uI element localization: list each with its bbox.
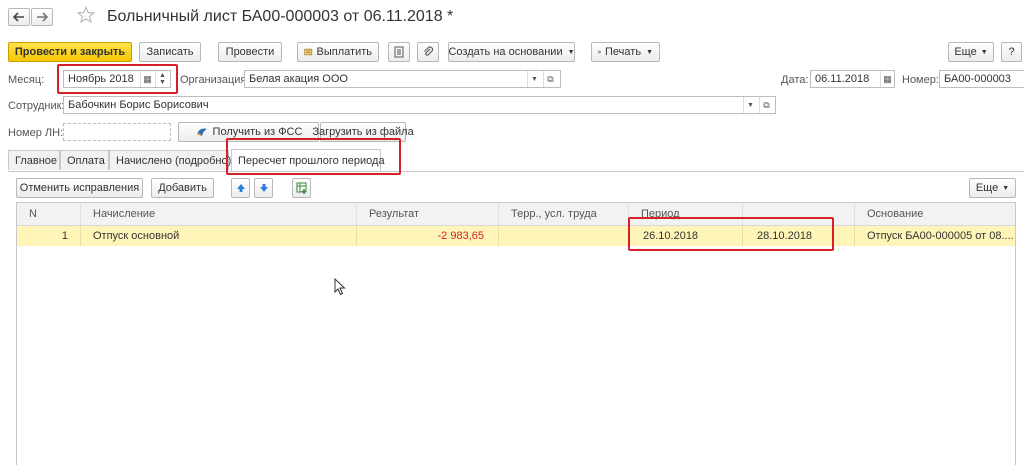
move-down-button[interactable] [254, 178, 273, 198]
dropdown-arrow-icon: ▼ [646, 48, 653, 56]
favorite-star-icon[interactable] [76, 5, 97, 26]
pay-button[interactable]: Выплатить [297, 42, 379, 62]
table-more-label: Еще [975, 182, 999, 194]
org-field[interactable]: Белая акация ООО ▼ ⧉ [244, 70, 561, 88]
table-more-button[interactable]: Еще ▼ [969, 178, 1016, 198]
print-label: Печать [605, 46, 642, 58]
column-header-result[interactable]: Результат [357, 203, 499, 225]
ln-label: Номер ЛН: [8, 127, 64, 139]
calendar-icon[interactable]: ▦ [880, 71, 894, 87]
paperclip-icon [424, 46, 434, 56]
cell-period-start: 26.10.2018 [629, 226, 743, 246]
post-button[interactable]: Провести [218, 42, 282, 62]
arrow-up-icon [236, 184, 245, 192]
ln-number-input[interactable] [63, 123, 171, 141]
month-label: Месяц: [8, 74, 45, 86]
cell-terr [499, 226, 629, 246]
get-from-fss-label: Получить из ФСС [212, 126, 303, 138]
open-icon[interactable]: ⧉ [543, 71, 557, 87]
add-button[interactable]: Добавить [151, 178, 214, 198]
month-field[interactable]: Ноябрь 2018 ▦ ▲ ▼ [63, 70, 171, 88]
post-and-close-button[interactable]: Провести и закрыть [8, 42, 132, 62]
cancel-corrections-button[interactable]: Отменить исправления [16, 178, 143, 198]
save-button[interactable]: Записать [139, 42, 201, 62]
table-settings-button[interactable] [292, 178, 311, 198]
back-button[interactable] [8, 8, 30, 26]
window-title: Больничный лист БА00-000003 от 06.11.201… [107, 8, 454, 25]
column-header-accrual[interactable]: Начисление [81, 203, 357, 225]
dropdown-arrow-icon: ▼ [980, 48, 988, 56]
create-based-button[interactable]: Создать на основании ▼ [448, 42, 575, 62]
dropdown-arrow-icon: ▼ [567, 48, 575, 56]
table-row[interactable]: 1 Отпуск основной -2 983,65 26.10.2018 2… [17, 226, 1015, 246]
column-header-n[interactable]: N [17, 203, 81, 225]
dropdown-arrow-icon[interactable]: ▼ [527, 71, 541, 87]
table-header: N Начисление Результат Терр., усл. труда… [17, 203, 1015, 226]
list-button[interactable] [388, 42, 410, 62]
column-header-terr[interactable]: Терр., усл. труда [499, 203, 629, 225]
month-value: Ноябрь 2018 [68, 73, 134, 85]
printer-icon [598, 50, 601, 54]
date-label: Дата: [781, 74, 809, 86]
employee-value: Бабочкин Борис Борисович [68, 99, 209, 111]
tab-underline [8, 171, 1024, 172]
arrow-left-icon [13, 12, 24, 22]
org-value: Белая акация ООО [249, 73, 348, 85]
fss-icon [196, 128, 207, 136]
pay-label: Выплатить [316, 46, 372, 58]
attachment-button[interactable] [417, 42, 439, 62]
number-label: Номер: [902, 74, 939, 86]
move-up-button[interactable] [231, 178, 250, 198]
forward-button[interactable] [31, 8, 53, 26]
number-field[interactable]: БА00-000003 [939, 70, 1024, 88]
column-header-period[interactable]: Период [629, 203, 743, 225]
cell-result: -2 983,65 [357, 226, 499, 246]
get-from-fss-button[interactable]: Получить из ФСС [178, 122, 319, 142]
tab-bar: Главное Оплата Начислено (подробно) Пере… [8, 149, 1024, 172]
number-value: БА00-000003 [944, 73, 1011, 85]
more-label: Еще [954, 46, 977, 58]
list-icon [394, 46, 404, 58]
tab-accrued-detailed[interactable]: Начислено (подробно) [109, 150, 231, 170]
tab-recalculation[interactable]: Пересчет прошлого периода [231, 149, 385, 171]
month-spinner[interactable]: ▲ ▼ [155, 71, 169, 87]
cell-basis: Отпуск БА00-000005 от 08.... [867, 230, 1014, 242]
column-header-period-end[interactable] [743, 203, 855, 225]
help-button[interactable]: ? [1001, 42, 1022, 62]
arrow-down-icon [259, 184, 268, 192]
create-based-label: Создать на основании [448, 46, 563, 58]
load-from-file-button[interactable]: Загрузить из файла [312, 122, 414, 142]
tab-payment[interactable]: Оплата [60, 150, 109, 170]
mouse-cursor-icon [334, 277, 346, 299]
date-field[interactable]: 06.11.2018 ▦ [810, 70, 895, 88]
pay-icon [304, 48, 313, 56]
cell-n: 1 [17, 226, 81, 246]
calendar-icon[interactable]: ▦ [140, 71, 154, 87]
table-add-icon [296, 182, 306, 194]
arrow-right-icon [37, 12, 48, 22]
more-button[interactable]: Еще ▼ [948, 42, 994, 62]
org-label: Организация: [180, 74, 250, 86]
dropdown-arrow-icon[interactable]: ▼ [743, 97, 757, 113]
column-header-basis[interactable]: Основание [855, 203, 1015, 225]
accruals-table: N Начисление Результат Терр., усл. труда… [16, 202, 1016, 465]
open-icon[interactable]: ⧉ [759, 97, 773, 113]
employee-field[interactable]: Бабочкин Борис Борисович ▼ ⧉ [63, 96, 776, 114]
dropdown-arrow-icon: ▼ [1002, 184, 1010, 192]
employee-label: Сотрудник: [8, 100, 65, 112]
print-button[interactable]: Печать ▼ [591, 42, 660, 62]
date-value: 06.11.2018 [815, 73, 870, 85]
tab-main[interactable]: Главное [8, 150, 60, 170]
cell-period-end: 28.10.2018 [743, 226, 855, 246]
cell-accrual: Отпуск основной [81, 226, 357, 246]
